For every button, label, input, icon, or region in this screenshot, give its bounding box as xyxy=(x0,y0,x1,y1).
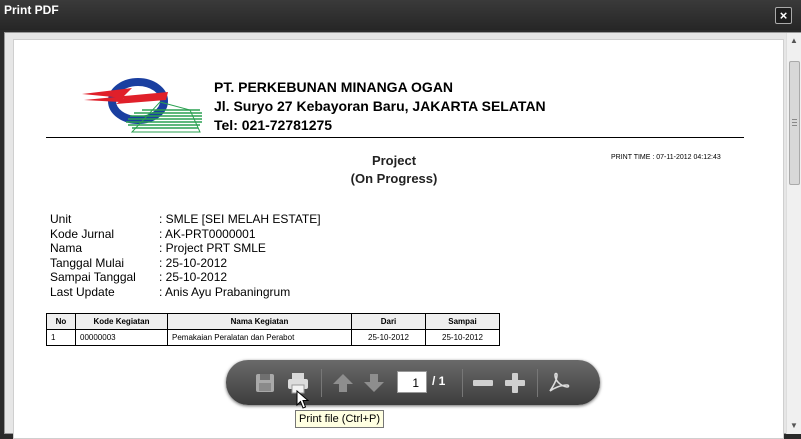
table-cell: Pemakaian Peralatan dan Perabot xyxy=(167,329,352,346)
open-in-acrobat-button[interactable] xyxy=(546,371,570,395)
table-cell: 00000003 xyxy=(75,329,168,346)
info-label: Sampai Tanggal xyxy=(50,270,136,285)
header-divider xyxy=(46,137,744,138)
info-label: Kode Jurnal xyxy=(50,226,115,241)
info-value: : SMLE [SEI MELAH ESTATE] xyxy=(159,212,321,226)
column-header-kode: Kode Kegiatan xyxy=(75,313,168,330)
info-value: : 25-10-2012 xyxy=(159,255,228,270)
report-title-line1: Project xyxy=(371,153,417,168)
grip-line xyxy=(792,119,797,120)
scrollbar-thumb[interactable] xyxy=(789,61,800,185)
column-header-sampai: Sampai xyxy=(425,313,500,330)
company-address: Jl. Suryo 27 Kebayoran Baru, JAKARTA SEL… xyxy=(214,98,546,114)
column-header-no: No xyxy=(46,313,76,330)
info-label: Last Update xyxy=(50,284,115,299)
info-label: Tanggal Mulai xyxy=(50,255,125,270)
zoom-in-icon xyxy=(505,373,525,393)
grip-line xyxy=(792,122,797,123)
adobe-acrobat-icon xyxy=(549,372,570,392)
close-icon: × xyxy=(779,8,788,23)
report-title: Project (On Progress) xyxy=(314,152,474,188)
table-row: 1 00000003 Pemakaian Peralatan dan Perab… xyxy=(46,329,500,346)
print-time: PRINT TIME : 07-11-2012 04:12:43 xyxy=(611,154,721,161)
scroll-up-icon[interactable]: ▲ xyxy=(789,36,799,46)
company-phone: Tel: 021-72781275 xyxy=(214,117,333,133)
info-value: : Anis Ayu Prabaningrum xyxy=(159,284,291,299)
table-cell: 1 xyxy=(46,329,76,346)
company-header: PT. PERKEBUNAN MINANGA OGAN Jl. Suryo 27… xyxy=(214,78,546,135)
company-name: PT. PERKEBUNAN MINANGA OGAN xyxy=(214,79,454,95)
table-cell: 25-10-2012 xyxy=(425,329,500,346)
zoom-out-icon xyxy=(473,380,493,386)
previous-page-button[interactable] xyxy=(331,371,355,395)
next-page-button[interactable] xyxy=(362,371,386,395)
table-header-row: No Kode Kegiatan Nama Kegiatan Dari Samp… xyxy=(46,313,500,330)
dialog-title: Print PDF xyxy=(4,3,59,17)
print-tooltip: Print file (Ctrl+P) xyxy=(295,410,384,428)
zoom-out-button[interactable] xyxy=(471,371,495,395)
toolbar-separator xyxy=(462,369,463,397)
pdf-toolbar: 1 / 1 xyxy=(226,360,600,405)
info-value: : Project PRT SMLE xyxy=(159,241,266,256)
zoom-in-button[interactable] xyxy=(503,371,527,395)
vertical-scrollbar[interactable]: ▲ ▼ xyxy=(786,33,801,434)
company-logo xyxy=(82,78,202,133)
save-icon xyxy=(256,374,274,392)
scroll-down-icon[interactable]: ▼ xyxy=(789,421,799,431)
print-pdf-dialog: Print PDF × PT. PERKEBUNAN MINANGA OGAN … xyxy=(0,0,801,439)
save-button[interactable] xyxy=(253,371,277,395)
arrow-up-icon xyxy=(333,374,353,392)
info-label: Nama xyxy=(50,241,83,256)
arrow-down-icon xyxy=(364,374,384,392)
toolbar-separator xyxy=(321,369,322,397)
toolbar-separator xyxy=(537,369,538,397)
column-header-dari: Dari xyxy=(351,313,426,330)
mouse-cursor-icon xyxy=(296,390,310,409)
report-title-line2: (On Progress) xyxy=(350,171,438,186)
dialog-titlebar: Print PDF × xyxy=(0,0,801,30)
activity-table: No Kode Kegiatan Nama Kegiatan Dari Samp… xyxy=(46,313,500,346)
close-button[interactable]: × xyxy=(775,7,792,24)
grip-line xyxy=(792,125,797,126)
page-total: / 1 xyxy=(432,374,446,388)
table-cell: 25-10-2012 xyxy=(351,329,426,346)
info-label: Unit xyxy=(50,212,72,226)
info-value: : 25-10-2012 xyxy=(159,270,228,285)
page-number-input[interactable]: 1 xyxy=(397,371,427,393)
info-value: : AK-PRT0000001 xyxy=(159,226,256,241)
column-header-nama: Nama Kegiatan xyxy=(167,313,352,330)
